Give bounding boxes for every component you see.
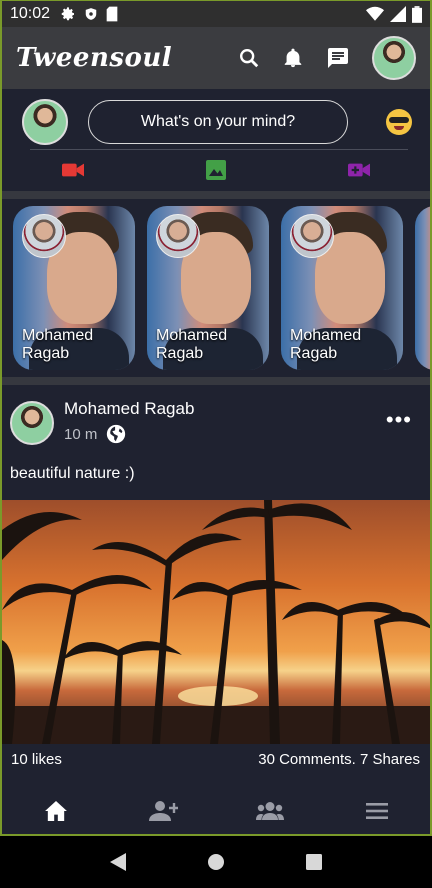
post-more-options[interactable]: •••: [386, 409, 422, 451]
story-avatar: [290, 214, 334, 258]
story-card-partial[interactable]: [415, 206, 430, 370]
nav-add-friend[interactable]: [109, 801, 216, 821]
feed-post: Mohamed Ragab 10 m ••• beautiful nature …: [2, 385, 430, 785]
composer-row: What's on your mind?: [2, 89, 430, 149]
nav-menu[interactable]: [323, 803, 430, 819]
media-actions: [2, 150, 430, 190]
home-circle-icon[interactable]: [207, 853, 225, 871]
back-icon[interactable]: [110, 853, 127, 871]
system-navigation-bar: [0, 836, 432, 888]
video-add-button[interactable]: [287, 162, 430, 178]
video-button[interactable]: [2, 162, 145, 178]
shield-icon: [85, 8, 97, 20]
story-avatar: [22, 214, 66, 258]
groups-icon: [255, 802, 284, 820]
emoji-icon[interactable]: [386, 109, 412, 135]
battery-icon: [412, 5, 422, 23]
sdcard-icon: [106, 6, 118, 22]
image-button[interactable]: [145, 160, 288, 180]
post-meta: Mohamed Ragab 10 m: [64, 399, 194, 451]
comments-shares-count[interactable]: 30 Comments. 7 Shares: [258, 751, 420, 768]
composer-avatar: [22, 99, 68, 145]
wifi-icon: [366, 6, 384, 21]
likes-count[interactable]: 10 likes: [11, 751, 62, 768]
story-card[interactable]: Mohamed Ragab: [147, 206, 269, 370]
app-frame: 10:02 Tweensoul What's on your mind? Moh…: [0, 0, 432, 836]
search-icon[interactable]: [238, 47, 260, 69]
status-bar: 10:02: [2, 1, 430, 27]
signal-icon: [390, 6, 406, 22]
story-card[interactable]: Mohamed Ragab: [13, 206, 135, 370]
status-left-icons: [60, 6, 118, 22]
palm-silhouettes: [2, 500, 430, 744]
bottom-navigation: [2, 785, 430, 834]
app-logo: Tweensoul: [16, 43, 173, 73]
video-add-icon: [347, 163, 370, 177]
story-name: Mohamed Ragab: [156, 327, 228, 362]
section-separator: [2, 377, 430, 385]
stories-carousel[interactable]: Mohamed Ragab Mohamed Ragab Mohamed Raga…: [2, 199, 430, 377]
whats-on-your-mind-input[interactable]: What's on your mind?: [88, 100, 348, 144]
post-text: beautiful nature :): [10, 465, 135, 482]
image-icon: [206, 160, 226, 180]
post-time-row: 10 m: [64, 423, 194, 445]
story-avatar: [156, 214, 200, 258]
menu-icon: [365, 803, 388, 819]
story-name: Mohamed Ragab: [290, 327, 362, 362]
chat-icon[interactable]: [326, 46, 350, 70]
story-card[interactable]: Mohamed Ragab: [281, 206, 403, 370]
status-time: 10:02: [10, 5, 51, 22]
story-name: Mohamed Ragab: [22, 327, 94, 362]
add-friend-icon: [148, 801, 178, 821]
post-composer: What's on your mind?: [2, 89, 430, 191]
post-stats: 10 likes 30 Comments. 7 Shares: [2, 751, 430, 768]
app-bar: Tweensoul: [2, 27, 430, 89]
gear-icon: [61, 7, 75, 21]
app-bar-actions: [238, 36, 416, 80]
post-image[interactable]: [2, 500, 430, 744]
recents-icon[interactable]: [305, 854, 322, 870]
nav-groups[interactable]: [216, 802, 323, 820]
post-time: 10 m: [64, 425, 98, 443]
profile-avatar[interactable]: [372, 36, 416, 80]
post-author-name[interactable]: Mohamed Ragab: [64, 399, 194, 419]
post-author-avatar[interactable]: [10, 401, 54, 445]
post-header: Mohamed Ragab 10 m •••: [2, 385, 430, 451]
section-separator: [2, 191, 430, 199]
status-right-icons: [366, 5, 422, 23]
bell-icon[interactable]: [282, 46, 304, 70]
video-icon: [62, 163, 85, 177]
globe-icon: [107, 424, 126, 444]
nav-home[interactable]: [2, 801, 109, 821]
home-icon: [44, 801, 67, 821]
